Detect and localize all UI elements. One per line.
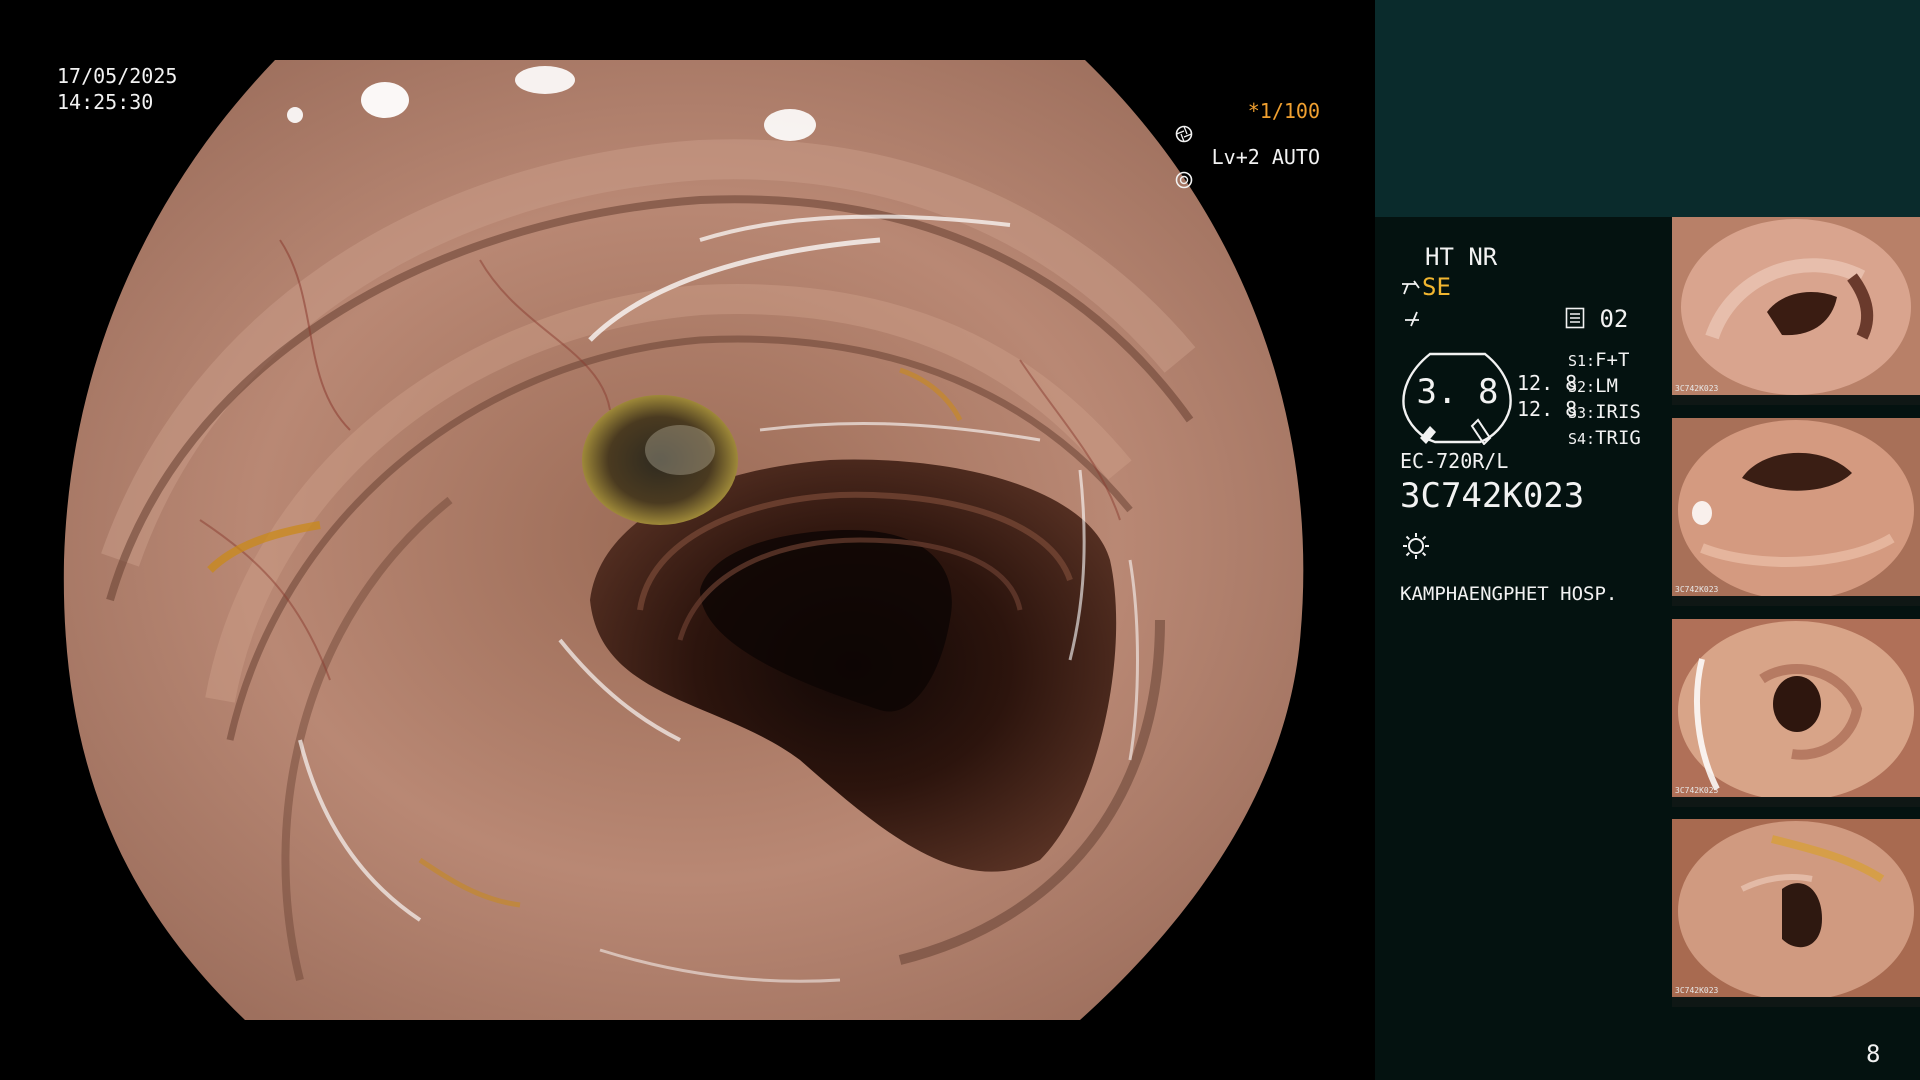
level-value: Lv+2 AUTO — [1211, 145, 1320, 169]
light-sun-icon — [1401, 531, 1431, 565]
thumbnail-info-strip — [1672, 997, 1920, 1007]
time-stamp: 14:25:30 — [57, 90, 154, 114]
scope-serial: 3C742K023 — [1400, 476, 1585, 516]
thumbnail-3[interactable]: 3C742K023 — [1672, 619, 1920, 807]
se-label: SE — [1422, 273, 1451, 301]
switch-s2: S2:LM — [1568, 375, 1618, 397]
memo-icon — [1565, 307, 1585, 329]
date-stamp: 17/05/2025 — [57, 64, 178, 88]
panel-header-area — [1375, 0, 1920, 217]
freeze-icon — [1401, 308, 1423, 334]
aperture-icon — [1175, 125, 1193, 143]
page-number: 8 — [1866, 1040, 1881, 1068]
mode-label: HT NR — [1425, 243, 1498, 271]
endoscopic-view: 17/05/2025 14:25:30 *1/100 Lv+2 AUTO — [0, 0, 1370, 1080]
hospital-name: KAMPHAENGPHET HOSP. — [1400, 583, 1618, 605]
thumbnail-caption: 3C742K023 — [1675, 384, 1719, 393]
thumbnail-1[interactable]: 3C742K023 — [1672, 217, 1920, 405]
thumbnail-caption: 3C742K023 — [1675, 786, 1719, 795]
brightness-meter: 3. 8 — [1400, 350, 1515, 446]
switch-s1: S1:F+T — [1568, 349, 1630, 371]
switch-s4: S4:TRIG — [1568, 427, 1641, 449]
iris-icon — [1175, 171, 1193, 189]
switch-s3: S3:IRIS — [1568, 401, 1641, 423]
meter-value: 3. 8 — [1416, 372, 1499, 412]
se-indicator: SE — [1400, 273, 1451, 301]
thumbnail-4[interactable]: 3C742K023 — [1672, 819, 1920, 1007]
thumbnail-caption: 3C742K023 — [1675, 585, 1719, 594]
shutter-value: *1/100 — [1247, 99, 1320, 123]
thumbnail-info-strip — [1672, 395, 1920, 405]
switch-list: S1:F+T S2:LM S3:IRIS S4:TRIG — [1568, 348, 1641, 452]
shutter-readout: *1/100 — [1175, 97, 1320, 143]
thumbnail-info-strip — [1672, 797, 1920, 807]
thumbnail-2[interactable]: 3C742K023 — [1672, 418, 1920, 606]
counter-value: 02 — [1599, 305, 1629, 333]
pen-icon — [1402, 280, 1420, 295]
scope-model: EC-720R/L — [1400, 449, 1509, 473]
endoscopic-image — [63, 60, 1304, 1020]
level-readout: Lv+2 AUTO — [1175, 143, 1320, 189]
thumbnail-info-strip — [1672, 596, 1920, 606]
thumbnail-caption: 3C742K023 — [1675, 986, 1719, 995]
counter-readout: 02 — [1565, 305, 1628, 333]
